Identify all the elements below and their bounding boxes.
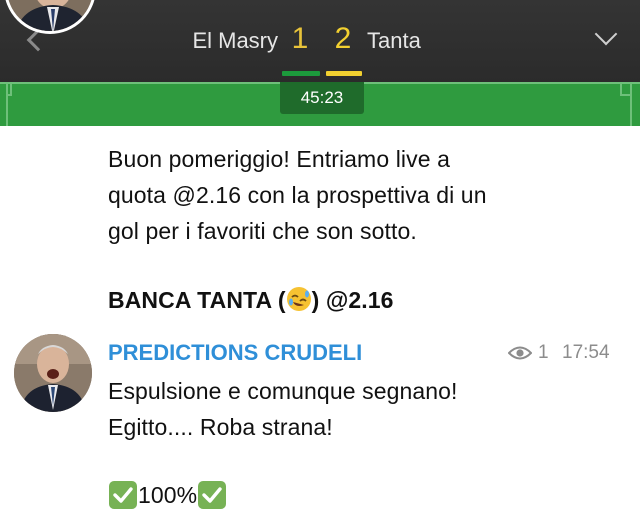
check-mark-button-emoji-icon xyxy=(198,481,227,509)
message-author[interactable]: PREDICTIONS CRUDELI xyxy=(108,340,362,366)
chevron-down-icon[interactable] xyxy=(594,22,618,46)
message-text-line: Buon pomeriggio! Entriamo live a xyxy=(108,146,450,172)
pitch-goal-line-right xyxy=(630,82,632,126)
away-score-indicator xyxy=(326,71,362,76)
bet-prefix: BANCA TANTA ( xyxy=(108,287,286,313)
home-score: 1 xyxy=(291,22,309,55)
home-score-indicator xyxy=(282,71,320,76)
avatar[interactable] xyxy=(14,334,92,412)
message-time: 17:54 xyxy=(562,342,610,363)
match-clock: 45:23 xyxy=(280,82,364,114)
check-mark-button-emoji-icon xyxy=(109,481,137,509)
bet-odds: ) @2.16 xyxy=(311,287,394,313)
match-score-bar[interactable]: El Masry 1 2 Tanta xyxy=(0,0,640,82)
message-text-line: gol per i favoriti che son sotto. xyxy=(108,218,417,244)
home-team-name: El Masry xyxy=(192,28,278,53)
away-team-name: Tanta xyxy=(367,28,421,53)
message-text-line: Egitto.... Roba strana! xyxy=(108,414,333,440)
eye-icon xyxy=(508,346,532,360)
pitch-box-left xyxy=(6,82,12,96)
message-text-line: Espulsione e comunque segnano! xyxy=(108,378,458,404)
result-line: 100% xyxy=(108,480,227,510)
message-text-line: quota @2.16 con la prospettiva di un xyxy=(108,182,487,208)
bet-line: BANCA TANTA ( ) @2.16 xyxy=(108,286,394,314)
result-value: 100% xyxy=(138,482,198,508)
avatar-photo xyxy=(14,334,92,412)
away-score: 2 xyxy=(334,22,352,55)
view-count: 1 xyxy=(538,342,549,363)
pitch-box-right xyxy=(620,82,630,96)
rolling-laughing-emoji-icon xyxy=(286,287,311,311)
